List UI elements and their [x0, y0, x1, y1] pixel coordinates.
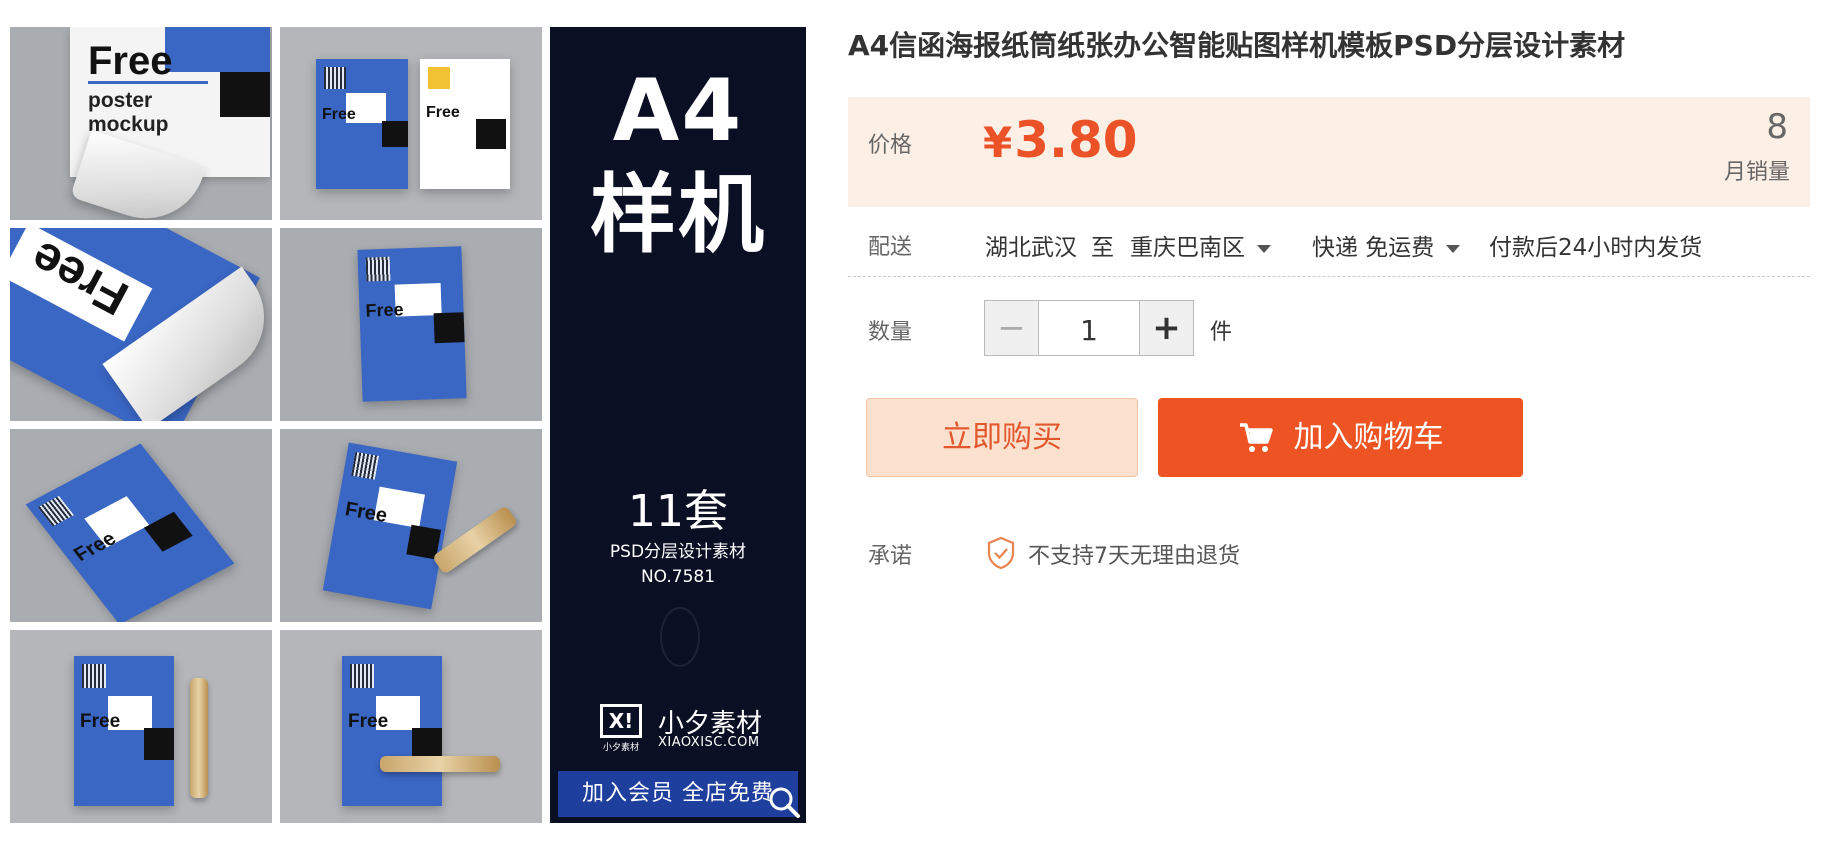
paper-roll — [380, 756, 500, 772]
promo-banner[interactable]: A4 样机 11套 PSD分层设计素材 NO.7581 X! 小夕素材 小夕素材… — [550, 27, 806, 823]
ship-to-word: 至 — [1091, 235, 1114, 261]
decrease-button[interactable]: − — [985, 301, 1039, 355]
mockup-grid: Free poster mockup Free Free Free Free F… — [10, 27, 542, 823]
brand-domain: XIAOXISC.COM — [658, 735, 760, 750]
caret-down-icon — [1446, 244, 1461, 253]
quantity-unit: 件 — [1210, 320, 1233, 345]
banner-subtitle: PSD分层设计素材 — [609, 542, 747, 562]
monthly-sales-count: 8 — [1766, 107, 1788, 147]
increase-button[interactable]: + — [1139, 301, 1193, 355]
zoom-icon[interactable] — [767, 785, 801, 819]
caret-down-icon — [1257, 244, 1271, 253]
quantity-label: 数量 — [868, 320, 913, 345]
product-gallery: Free poster mockup Free Free Free Free F… — [10, 27, 806, 823]
mockup-image-8[interactable]: Free — [280, 630, 542, 823]
mockup-image-3[interactable]: Free — [10, 228, 272, 421]
mockup-image-4[interactable]: Free — [280, 228, 542, 421]
promise-row: 承诺 不支持7天无理由退货 — [848, 536, 1810, 576]
add-to-cart-label: 加入购物车 — [1293, 420, 1444, 455]
brand-logo-icon: X! — [600, 704, 642, 738]
banner-number: NO.7581 — [640, 567, 716, 587]
price-panel: 价格 ¥3.80 8 月销量 — [848, 97, 1810, 207]
buy-now-button[interactable]: 立即购买 — [866, 398, 1138, 477]
mockup-image-1[interactable]: Free poster mockup — [10, 27, 272, 220]
paper-roll — [190, 678, 208, 798]
dispatch-time: 付款后24小时内发货 — [1489, 235, 1703, 261]
mockup-image-2[interactable]: Free Free — [280, 27, 542, 220]
promise-label: 承诺 — [868, 544, 913, 569]
mockup-image-7[interactable]: Free — [10, 630, 272, 823]
ship-from: 湖北武汉 — [985, 235, 1077, 261]
cart-icon — [1239, 422, 1273, 452]
banner-title: A4 样机 — [590, 61, 766, 265]
quantity-stepper: − + — [984, 300, 1194, 356]
mockup-image-5[interactable]: Free — [10, 429, 272, 622]
add-to-cart-button[interactable]: 加入购物车 — [1158, 398, 1523, 477]
quantity-input[interactable] — [1039, 301, 1139, 355]
shield-check-icon — [987, 536, 1015, 570]
product-title: A4信函海报纸筒纸张办公智能贴图样机模板PSD分层设计素材 — [848, 29, 1626, 62]
price-value: ¥3.80 — [983, 111, 1138, 169]
mockup-image-6[interactable]: Free — [280, 429, 542, 622]
destination-select[interactable]: 重庆巴南区 — [1130, 228, 1271, 262]
shipping-method-select[interactable]: 快递 免运费 — [1312, 228, 1461, 262]
shipping-label: 配送 — [868, 235, 913, 260]
monthly-sales-label: 月销量 — [1723, 160, 1790, 185]
promise-text: 不支持7天无理由退货 — [1028, 544, 1240, 569]
banner-count: 11套 — [628, 486, 728, 537]
banner-deco — [660, 607, 700, 667]
banner-cta[interactable]: 加入会员 全店免费 — [558, 771, 798, 817]
price-label: 价格 — [868, 133, 913, 158]
poster-text-sub: poster mockup — [88, 89, 169, 136]
poster-text-free: Free — [88, 39, 173, 83]
quantity-row: 数量 − + 件 — [848, 296, 1810, 360]
shipping-row: 配送 湖北武汉 至 重庆巴南区 快递 免运费 付款后24小时内发货 — [848, 207, 1810, 277]
brand-logo-caption: 小夕素材 — [602, 743, 639, 753]
